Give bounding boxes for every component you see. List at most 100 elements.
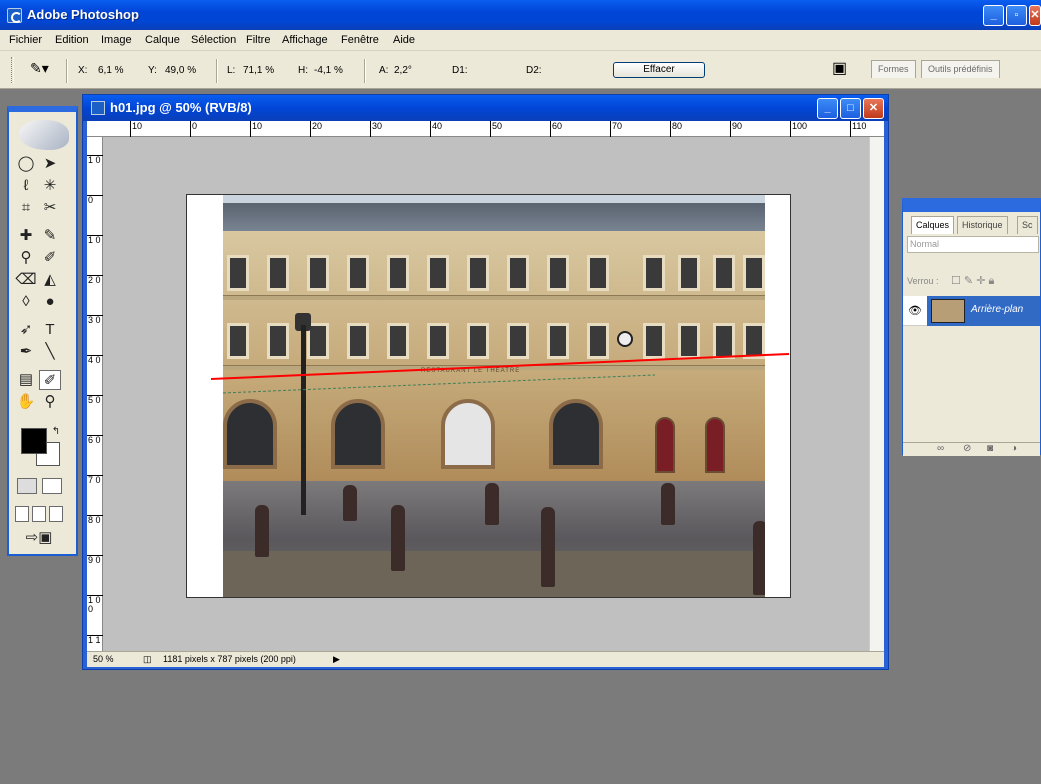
move-tool-icon[interactable]: ➤ [39,154,61,174]
vertical-scrollbar[interactable] [869,137,884,651]
tab-outils-predefinis[interactable]: Outils prédéfinis [921,60,1000,78]
eraser-tool-icon[interactable]: ⌫ [15,270,37,290]
ruler-tick: 9 0 [87,555,103,565]
blur-tool-icon[interactable]: ◊ [15,292,37,312]
marquee-tool-icon[interactable]: ◯ [15,154,37,174]
magic-wand-icon[interactable]: ✳ [39,176,61,196]
ruler-tick: 70 [610,121,622,137]
ruler-tick: 2 0 [87,275,103,285]
menu-fenetre[interactable]: Fenêtre [341,34,379,46]
dodge-tool-icon[interactable]: ● [39,292,61,312]
ruler-tick: 90 [730,121,742,137]
slice-tool-icon[interactable]: ✂ [39,198,61,218]
foreground-color-swatch[interactable] [21,428,47,454]
ruler-tick: 50 [490,121,502,137]
layer-style-icon[interactable]: ⊘ [963,443,971,454]
screen-mode-full-button[interactable] [49,506,63,522]
history-brush-icon[interactable]: ✐ [39,248,61,268]
ruler-tool-icon[interactable]: ✎▾ [30,60,49,77]
layers-panel: Calques Historique Sc Normal Verrou : ☐ … [902,198,1041,456]
blend-mode-select[interactable]: Normal [907,236,1039,253]
measure-line [210,353,790,380]
tab-historique[interactable]: Historique [957,216,1008,234]
screen-mode-menu-button[interactable] [32,506,46,522]
document-window: h01.jpg @ 50% (RVB/8) _ □ ✕ 10 0 10 20 3… [82,94,889,670]
ruler-tick: 1 0 [87,155,103,165]
ruler-tick: 60 [550,121,562,137]
doc-close-button[interactable]: ✕ [863,98,884,119]
pen-tool-icon[interactable]: ✒ [15,342,37,362]
h-label: H: [298,65,308,76]
brush-tool-icon[interactable]: ✎ [39,226,61,246]
line-tool-icon[interactable]: ╲ [39,342,61,362]
mask-icon[interactable]: ◙ [987,443,993,454]
minimize-button[interactable]: _ [983,5,1004,26]
notes-tool-icon[interactable]: ▤ [15,370,37,390]
document-title: h01.jpg @ 50% (RVB/8) [110,100,252,115]
ruler-tick: 4 0 [87,355,103,365]
menu-calque[interactable]: Calque [145,34,180,46]
ruler-tick: 20 [310,121,322,137]
status-icon[interactable]: ◫ [143,654,152,665]
guide-line [222,374,656,394]
palette-browser-icon[interactable]: ▣ [832,58,847,78]
paint-bucket-icon[interactable]: ◭ [39,270,61,290]
status-menu-arrow-icon[interactable]: ▶ [333,654,340,665]
menu-aide[interactable]: Aide [393,34,415,46]
options-grip[interactable] [11,57,14,83]
clear-button[interactable]: Effacer [613,62,705,78]
app-title-bar: Adobe Photoshop _ ▫ ✕ [0,0,1041,30]
ruler-tick: 8 0 [87,515,103,525]
layer-row[interactable]: 👁︎ Arrière-plan [903,296,1040,326]
menu-fichier[interactable]: Fichier [9,34,42,46]
healing-brush-icon[interactable]: ✚ [15,226,37,246]
tab-calques[interactable]: Calques [911,216,955,234]
lock-label: Verrou : [907,276,939,286]
menu-affichage[interactable]: Affichage [282,34,328,46]
document-title-bar[interactable]: h01.jpg @ 50% (RVB/8) _ □ ✕ [83,95,888,121]
y-value: 49,0 % [165,65,197,76]
standard-mode-button[interactable] [17,478,37,494]
zoom-level[interactable]: 50 % [93,654,114,664]
restore-button[interactable]: ▫ [1006,5,1027,26]
menu-selection[interactable]: Sélection [191,34,236,46]
ruler-tick: 7 0 [87,475,103,485]
jump-to-imageready-icon[interactable]: ⇨▣ [19,528,59,548]
app-title: Adobe Photoshop [27,7,139,22]
swap-colors-icon[interactable]: ↰ [49,422,63,442]
crop-tool-icon[interactable]: ⌗ [15,198,37,218]
ruler-tick: 10 [130,121,142,137]
lock-icons[interactable]: ☐ ✎ ✛ 🔒︎ [951,274,994,288]
menu-bar: Fichier Edition Image Calque Sélection F… [0,30,1041,51]
vertical-ruler[interactable]: 1 0 0 1 0 2 0 3 0 4 0 5 0 6 0 7 0 8 0 9 … [87,137,103,651]
tab-formes[interactable]: Formes [871,60,916,78]
doc-minimize-button[interactable]: _ [817,98,838,119]
menu-filtre[interactable]: Filtre [246,34,270,46]
ruler-tick: 1 0 0 [87,595,103,614]
ruler-tick: 40 [430,121,442,137]
eye-icon[interactable]: 👁︎ [908,304,922,317]
adjustment-icon[interactable]: ◑ [1011,443,1017,454]
measure-tool-icon[interactable]: ✐ [39,370,61,390]
link-icon[interactable]: ∞ [937,443,944,454]
ruler-tick: 80 [670,121,682,137]
type-tool-icon[interactable]: T [39,320,61,340]
menu-image[interactable]: Image [101,34,132,46]
quick-mask-button[interactable] [42,478,62,494]
lasso-tool-icon[interactable]: ℓ [15,176,37,196]
layers-toolbar: ∞ ⊘ ◙ ◑ [903,442,1040,456]
screen-mode-standard-button[interactable] [15,506,29,522]
menu-edition[interactable]: Edition [55,34,89,46]
a-label: A: [379,65,389,76]
clone-stamp-icon[interactable]: ⚲ [15,248,37,268]
hand-tool-icon[interactable]: ✋ [15,392,37,412]
tab-more[interactable]: Sc [1017,216,1038,234]
ruler-tick: 6 0 [87,435,103,445]
zoom-tool-icon[interactable]: ⚲ [39,392,61,412]
document-icon [91,101,105,115]
doc-maximize-button[interactable]: □ [840,98,861,119]
path-selection-icon[interactable]: ➶ [15,320,37,340]
close-button[interactable]: ✕ [1029,5,1041,26]
image-canvas[interactable]: RESTAURANT LE THEATRE [186,194,791,598]
horizontal-ruler[interactable]: 10 0 10 20 30 40 50 60 70 80 90 100 110 [87,121,884,137]
